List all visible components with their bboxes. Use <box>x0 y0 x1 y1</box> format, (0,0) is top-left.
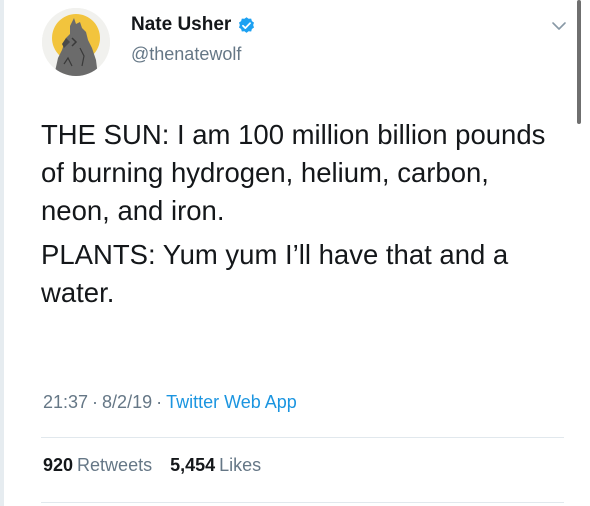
scrollbar[interactable] <box>577 0 581 124</box>
tweet-metadata: 21:37 · 8/2/19 · Twitter Web App <box>43 392 297 413</box>
divider <box>41 437 564 438</box>
tweet-source-link[interactable]: Twitter Web App <box>166 392 297 412</box>
howling-wolf-avatar-icon <box>42 8 110 76</box>
meta-separator: · <box>156 392 163 412</box>
tweet-text: THE SUN: I am 100 million billion pounds… <box>41 116 561 318</box>
meta-separator: · <box>92 392 99 412</box>
avatar[interactable] <box>42 8 110 76</box>
user-handle[interactable]: @thenatewolf <box>131 44 241 65</box>
display-name-row[interactable]: Nate Usher <box>131 14 256 36</box>
likes-stat[interactable]: 5,454 Likes <box>170 455 261 476</box>
tweet-date[interactable]: 8/2/19 <box>102 392 152 412</box>
chevron-down-icon[interactable] <box>550 17 568 35</box>
retweets-count: 920 <box>43 455 74 475</box>
tweet-paragraph: PLANTS: Yum yum I’ll have that and a wat… <box>41 239 509 308</box>
tweet-stats: 920 Retweets 5,454 Likes <box>43 455 261 476</box>
verified-badge-icon <box>237 16 256 35</box>
display-name[interactable]: Nate Usher <box>131 14 231 36</box>
left-border <box>0 0 4 506</box>
retweets-label: Retweets <box>77 455 153 475</box>
divider <box>41 502 564 503</box>
likes-label: Likes <box>219 455 262 475</box>
likes-count: 5,454 <box>170 455 216 475</box>
tweet-time[interactable]: 21:37 <box>43 392 88 412</box>
tweet-paragraph: THE SUN: I am 100 million billion pounds… <box>41 119 546 226</box>
retweets-stat[interactable]: 920 Retweets <box>43 455 152 476</box>
tweet-card: Nate Usher @thenatewolf THE SUN: I am 10… <box>0 0 590 506</box>
